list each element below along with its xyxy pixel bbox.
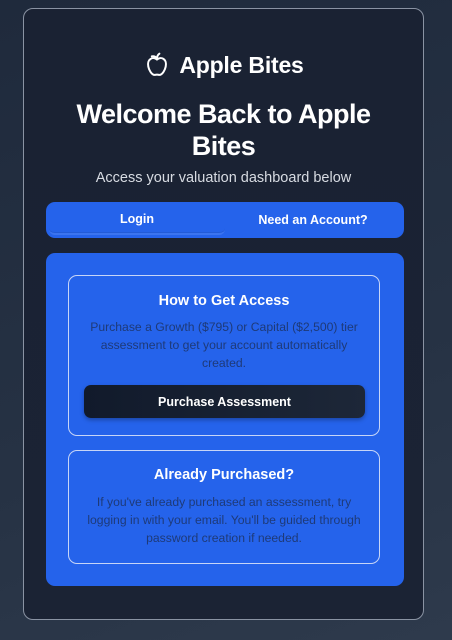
purchased-box-title: Already Purchased? (153, 467, 295, 483)
purchased-box-text: If you've already purchased an assessmen… (87, 495, 361, 545)
brand: Apple Bites (24, 51, 423, 79)
apple-icon (143, 51, 171, 79)
tab-need-account[interactable]: Need an Account? (225, 205, 401, 235)
access-box-text: Purchase a Growth ($795) or Capital ($2,… (90, 320, 358, 370)
page-subtitle: Access your valuation dashboard below (95, 170, 352, 186)
login-card: Apple Bites Welcome Back to Apple Bites … (23, 8, 424, 620)
login-panel: How to Get Access Purchase a Growth ($79… (46, 253, 404, 586)
tab-login[interactable]: Login (49, 205, 225, 235)
page-title: Welcome Back to Apple Bites (76, 99, 371, 161)
access-info-box: How to Get Access Purchase a Growth ($79… (68, 275, 380, 436)
brand-name: Apple Bites (179, 51, 304, 78)
access-box-title: How to Get Access (158, 293, 290, 309)
auth-tabs: Login Need an Account? (46, 202, 404, 238)
purchase-assessment-button[interactable]: Purchase Assessment (84, 385, 365, 418)
purchased-info-box: Already Purchased? If you've already pur… (68, 450, 380, 564)
